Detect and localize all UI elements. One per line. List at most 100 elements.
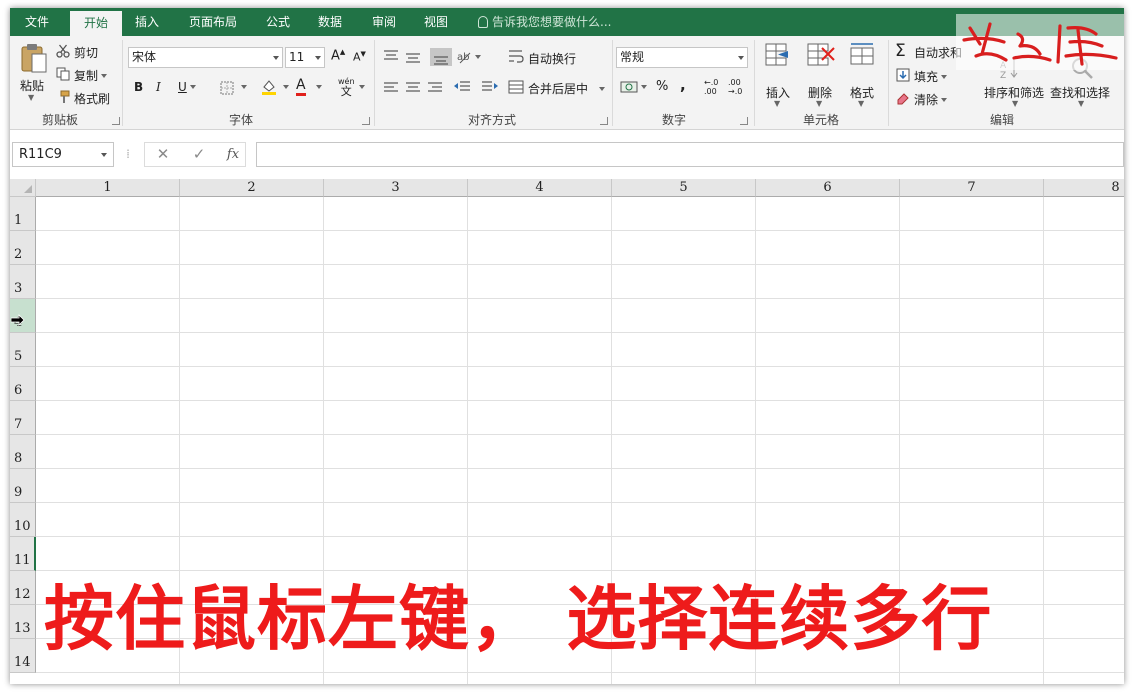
sigma-icon: Σ (895, 41, 906, 61)
gridline-horizontal (36, 672, 1124, 673)
tell-me-box[interactable]: 告诉我您想要做什么... (478, 8, 611, 36)
insert-dropdown-icon[interactable]: ▼ (774, 99, 780, 108)
chevron-down-icon (101, 153, 107, 157)
cut-button[interactable]: 剪切 (74, 44, 98, 61)
lightbulb-icon (478, 16, 488, 28)
column-header[interactable]: 4 (468, 179, 612, 197)
tab-file[interactable]: 文件 (10, 8, 64, 36)
tab-formulas[interactable]: 公式 (256, 8, 300, 36)
font-color-dropdown-icon[interactable] (313, 80, 322, 94)
column-header[interactable]: 6 (756, 179, 900, 197)
copy-button[interactable]: 复制 (74, 67, 108, 84)
row-header[interactable]: 3 (10, 265, 36, 299)
tab-home[interactable]: 开始 (70, 11, 122, 36)
font-name-value: 宋体 (132, 50, 157, 64)
grow-font-button[interactable]: A▲ (331, 48, 345, 63)
row-header[interactable]: 8 (10, 435, 36, 469)
column-header[interactable]: 2 (180, 179, 324, 197)
delete-dropdown-icon[interactable]: ▼ (816, 99, 822, 108)
decrease-decimal-button[interactable]: .00 →.0 (728, 78, 742, 96)
formula-input[interactable] (256, 142, 1124, 167)
borders-icon[interactable] (220, 81, 234, 95)
format-cells-icon[interactable] (848, 42, 876, 70)
percent-button[interactable]: % (656, 79, 668, 94)
fill-color-dropdown-icon[interactable] (280, 80, 289, 94)
font-size-select[interactable]: 11 (285, 47, 325, 68)
alignment-launcher-icon[interactable] (600, 117, 608, 125)
merge-center-button[interactable]: 合并后居中 (528, 80, 605, 97)
sort-dropdown-icon[interactable]: ▼ (1012, 99, 1018, 108)
column-header[interactable]: 5 (612, 179, 756, 197)
currency-dropdown-icon[interactable] (638, 80, 647, 94)
paste-dropdown-icon[interactable]: ▼ (28, 93, 34, 102)
column-header[interactable]: 7 (900, 179, 1044, 197)
row-header[interactable]: 11 (10, 537, 36, 571)
comma-button[interactable]: , (680, 76, 686, 94)
clipboard-launcher-icon[interactable] (112, 117, 120, 125)
row-header[interactable]: 9 (10, 469, 36, 503)
insert-cells-icon[interactable] (764, 42, 792, 70)
ribbon-separator (374, 40, 375, 126)
orientation-dropdown-icon[interactable] (472, 50, 481, 64)
phonetic-guide-button[interactable]: wén 文 (338, 77, 355, 98)
tab-data[interactable]: 数据 (308, 8, 352, 36)
bold-button[interactable]: B (134, 80, 143, 94)
gridline-horizontal (36, 400, 1124, 401)
clear-button[interactable]: 清除 (914, 91, 948, 108)
chevron-down-icon (315, 56, 321, 60)
tab-insert[interactable]: 插入 (124, 8, 170, 36)
row-header[interactable]: 7 (10, 401, 36, 435)
number-launcher-icon[interactable] (740, 117, 748, 125)
row-header[interactable]: 10 (10, 503, 36, 537)
row-header[interactable]: 14 (10, 639, 36, 673)
autosum-button[interactable]: 自动求和 (914, 44, 962, 61)
font-group-label: 字体 (228, 113, 253, 127)
column-header[interactable]: 3 (324, 179, 468, 197)
tab-review[interactable]: 审阅 (362, 8, 406, 36)
shrink-font-button[interactable]: A▼ (353, 50, 366, 64)
italic-button[interactable]: I (156, 80, 161, 94)
font-color-button[interactable]: A (296, 78, 306, 96)
tab-view[interactable]: 视图 (414, 8, 458, 36)
format-painter-button[interactable]: 格式刷 (74, 90, 110, 107)
row-header[interactable]: 13 (10, 605, 36, 639)
fill-down-icon (896, 68, 910, 82)
font-name-select[interactable]: 宋体 (128, 47, 283, 68)
row-select-cursor-icon (11, 314, 25, 326)
fill-color-icon[interactable] (260, 78, 278, 96)
vertical-align-icons[interactable] (382, 48, 452, 66)
increase-decimal-button[interactable]: ←.0 .00 (704, 78, 718, 96)
confirm-entry-button[interactable]: ✓ (186, 142, 212, 167)
row-header[interactable]: 6 (10, 367, 36, 401)
insert-function-button[interactable]: fx (220, 142, 246, 167)
gridline-horizontal (36, 536, 1124, 537)
tab-page-layout[interactable]: 页面布局 (182, 8, 244, 36)
row-header[interactable]: 1 (10, 197, 36, 231)
orientation-icon[interactable]: ab (456, 48, 472, 64)
horizontal-align-icons[interactable] (384, 81, 448, 95)
format-dropdown-icon[interactable]: ▼ (858, 99, 864, 108)
find-dropdown-icon[interactable]: ▼ (1078, 99, 1084, 108)
currency-icon[interactable] (620, 80, 638, 94)
phonetic-dropdown-icon[interactable] (356, 80, 365, 94)
font-launcher-icon[interactable] (362, 117, 370, 125)
borders-dropdown-icon[interactable] (238, 80, 247, 94)
row-header[interactable]: 12 (10, 571, 36, 605)
column-header[interactable]: 1 (36, 179, 180, 197)
column-header[interactable]: 8 (1044, 179, 1124, 197)
underline-button[interactable]: U (178, 80, 196, 94)
select-all-button[interactable] (10, 179, 36, 197)
chevron-down-icon (273, 56, 279, 60)
row-header[interactable]: 5 (10, 333, 36, 367)
number-format-select[interactable]: 常规 (616, 47, 748, 68)
cancel-entry-button[interactable]: ✕ (150, 142, 176, 167)
delete-cells-icon[interactable] (806, 42, 836, 70)
row-header[interactable]: 2 (10, 231, 36, 265)
indent-icons[interactable] (454, 80, 498, 94)
wrap-text-button[interactable]: 自动换行 (528, 50, 576, 67)
alignment-group-label: 对齐方式 (467, 113, 516, 127)
fill-button[interactable]: 填充 (914, 68, 948, 85)
name-box[interactable]: R11C9 (12, 142, 114, 167)
paste-button[interactable] (20, 42, 48, 77)
formula-bar-grip-icon: ⁞ (126, 147, 130, 161)
